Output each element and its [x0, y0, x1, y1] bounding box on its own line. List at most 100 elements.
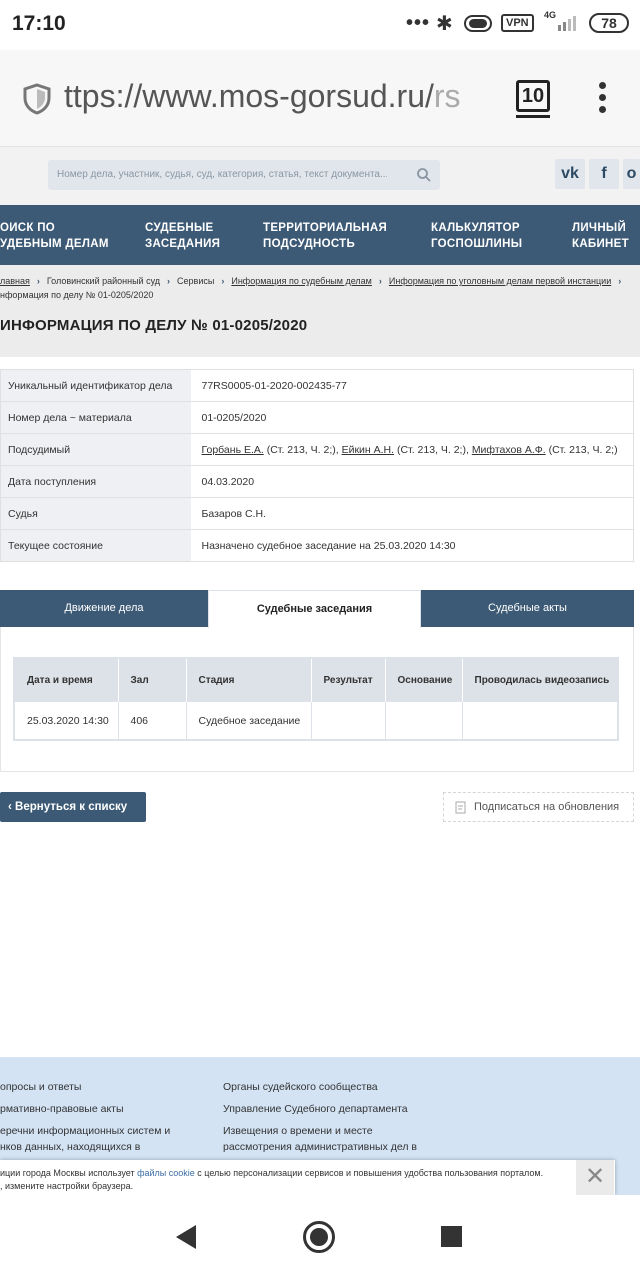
receipt-date-value: 04.03.2020	[190, 465, 634, 498]
shield-icon[interactable]	[22, 83, 52, 115]
nav-hearings[interactable]: СУДЕБНЫЕ ЗАСЕДАНИЯ	[145, 220, 220, 252]
breadcrumb-criminal-cases[interactable]: Информация по уголовным делам первой инс…	[389, 276, 611, 286]
tab-court-acts[interactable]: Судебные акты	[421, 590, 634, 627]
defendants-value: Горбань Е.А. (Ст. 213, Ч. 2;), Ейкин А.Н…	[190, 433, 634, 466]
cookie-text-part: иции города Москвы использует	[0, 1168, 138, 1178]
breadcrumb-home[interactable]: лавная	[0, 276, 30, 286]
breadcrumb-court[interactable]: Головинский районный суд	[47, 276, 160, 286]
vk-icon[interactable]: vk	[555, 159, 585, 189]
clock: 17:10	[12, 12, 66, 35]
footer-link-faq[interactable]: опросы и ответы	[0, 1079, 81, 1095]
footer-link-notices[interactable]: Извещения о времени и месте рассмотрения…	[223, 1123, 417, 1155]
table-row: Уникальный идентификатор дела 77RS0005-01…	[0, 369, 634, 402]
table-cell: 406	[118, 702, 187, 740]
subscribe-button[interactable]: Подписаться на обновления	[443, 792, 634, 822]
nav-personal-account[interactable]: ЛИЧНЫЙ КАБИНЕТ	[572, 220, 629, 252]
search-icon[interactable]	[416, 167, 432, 183]
table-row: Текущее состояние Назначено судебное засе…	[0, 529, 634, 562]
recent-apps-icon[interactable]	[441, 1226, 462, 1247]
browser-menu-icon[interactable]	[594, 82, 610, 118]
defendant-link[interactable]: Ейкин А.Н.	[342, 444, 394, 456]
defendant-link[interactable]: Горбань Е.А.	[202, 444, 264, 456]
cookie-text-part: , измените настройки браузера.	[0, 1181, 134, 1191]
instagram-icon[interactable]: o	[623, 159, 640, 189]
network-type: 4G	[544, 10, 557, 20]
home-icon[interactable]	[303, 1221, 335, 1253]
defendant-link[interactable]: Мифтахов А.Ф.	[472, 444, 546, 456]
cookie-text-part: с целью персонализации сервисов и повыше…	[194, 1168, 544, 1178]
table-header-row: Дата и время Зал Стадия Результат Основа…	[14, 658, 619, 702]
table-row: 25.03.2020 14:30 406 Судебное заседание	[14, 702, 619, 740]
close-icon[interactable]: ✕	[576, 1160, 614, 1195]
system-navigation-bar	[0, 1195, 640, 1280]
state-value: Назначено судебное заседание на 25.03.20…	[190, 529, 634, 562]
toggle-icon	[464, 15, 492, 32]
footer-link-judicial-department[interactable]: Управление Судебного департамента	[223, 1101, 408, 1117]
tab-case-movement[interactable]: Движение дела	[0, 590, 208, 627]
breadcrumb-case-info[interactable]: Информация по судебным делам	[231, 276, 372, 286]
tab-switcher-button[interactable]: 10	[516, 80, 550, 118]
table-row: Судья Базаров С.Н.	[0, 497, 634, 530]
back-to-list-button[interactable]: ‹ Вернуться к списку	[0, 792, 146, 822]
table-cell	[385, 702, 463, 740]
nav-jurisdiction[interactable]: ТЕРРИТОРИАЛЬНАЯ ПОДСУДНОСТЬ	[263, 220, 387, 252]
tab-hearings[interactable]: Судебные заседания	[208, 590, 421, 628]
table-cell: 25.03.2020 14:30	[14, 702, 119, 740]
status-bar: 17:10 ••• ✱ VPN 4G 78	[0, 0, 640, 50]
breadcrumb: лавная › Головинский районный суд › Сервисы ›…	[0, 276, 622, 300]
judge-value: Базаров С.Н.	[190, 497, 634, 530]
column-header: Проводилась видеозапись	[462, 658, 619, 702]
defendant-article: (Ст. 213, Ч. 2;),	[394, 443, 472, 456]
vpn-icon: VPN	[501, 14, 534, 32]
receipt-date-label: Дата поступления	[0, 465, 191, 498]
column-header: Стадия	[186, 658, 312, 702]
footer-link-info-systems[interactable]: еречни информационных систем и нков данн…	[0, 1123, 170, 1155]
signal-icon	[558, 16, 576, 31]
url-text: ttps://www.mos-gorsud.ru/	[64, 78, 434, 114]
defendant-article: (Ст. 213, Ч. 2;)	[545, 443, 618, 456]
state-label: Текущее состояние	[0, 529, 191, 562]
site-search-input[interactable]: Номер дела, участник, судья, суд, катего…	[48, 160, 440, 190]
site-top-strip: Номер дела, участник, судья, суд, катего…	[0, 147, 640, 205]
browser-toolbar: ttps://www.mos-gorsud.ru/rs 10	[0, 50, 640, 147]
breadcrumb-area: лавная › Головинский районный суд › Сервисы ›…	[0, 265, 640, 357]
chevron-left-icon: ‹	[8, 801, 16, 813]
uid-value: 77RS0005-01-2020-002435-77	[190, 369, 634, 402]
bluetooth-icon: ✱	[436, 13, 453, 35]
breadcrumb-current: нформация по делу № 01-0205/2020	[0, 290, 154, 300]
document-edit-icon	[455, 801, 466, 814]
nav-case-search[interactable]: ОИСК ПО УДЕБНЫМ ДЕЛАМ	[0, 220, 109, 252]
footer-link-judicial-community[interactable]: Органы судейского сообщества	[223, 1079, 378, 1095]
more-notifications-icon: •••	[406, 12, 431, 34]
defendant-label: Подсудимый	[0, 433, 191, 466]
footer-link-legal-acts[interactable]: рмативно-правовые акты	[0, 1101, 124, 1117]
hearings-table: Дата и время Зал Стадия Результат Основа…	[13, 657, 619, 741]
facebook-icon[interactable]: f	[589, 159, 619, 189]
breadcrumb-services[interactable]: Сервисы	[177, 276, 214, 286]
main-navigation: ОИСК ПО УДЕБНЫМ ДЕЛАМ СУДЕБНЫЕ ЗАСЕДАНИЯ…	[0, 205, 640, 265]
table-row: Дата поступления 04.03.2020	[0, 465, 634, 498]
cookie-banner: иции города Москвы использует файлы cook…	[0, 1160, 615, 1195]
back-icon[interactable]	[174, 1224, 198, 1250]
subscribe-label: Подписаться на обновления	[474, 801, 620, 813]
hearings-panel: Дата и время Зал Стадия Результат Основа…	[0, 627, 634, 772]
battery-icon: 78	[589, 13, 629, 33]
judge-label: Судья	[0, 497, 191, 530]
back-label: Вернуться к списку	[15, 801, 128, 813]
nav-fee-calculator[interactable]: КАЛЬКУЛЯТОР ГОСПОШЛИНЫ	[431, 220, 522, 252]
page-title: ИНФОРМАЦИЯ ПО ДЕЛУ № 01-0205/2020	[0, 317, 308, 334]
column-header: Зал	[118, 658, 187, 702]
search-placeholder: Номер дела, участник, судья, суд, катего…	[57, 169, 387, 180]
column-header: Дата и время	[14, 658, 119, 702]
defendant-article: (Ст. 213, Ч. 2;),	[263, 443, 342, 456]
table-cell	[462, 702, 619, 740]
table-row: Номер дела ~ материала 01-0205/2020	[0, 401, 634, 434]
web-page: Номер дела, участник, судья, суд, катего…	[0, 147, 640, 1195]
table-row: Подсудимый Горбань Е.А. (Ст. 213, Ч. 2;)…	[0, 433, 634, 466]
column-header: Основание	[385, 658, 463, 702]
table-cell: Судебное заседание	[186, 702, 312, 740]
case-tabs: Движение дела Судебные заседания Судебны…	[0, 590, 634, 628]
cookie-link[interactable]: файлы cookie	[137, 1168, 195, 1178]
address-bar[interactable]: ttps://www.mos-gorsud.ru/rs	[64, 78, 496, 122]
case-number-value: 01-0205/2020	[190, 401, 634, 434]
